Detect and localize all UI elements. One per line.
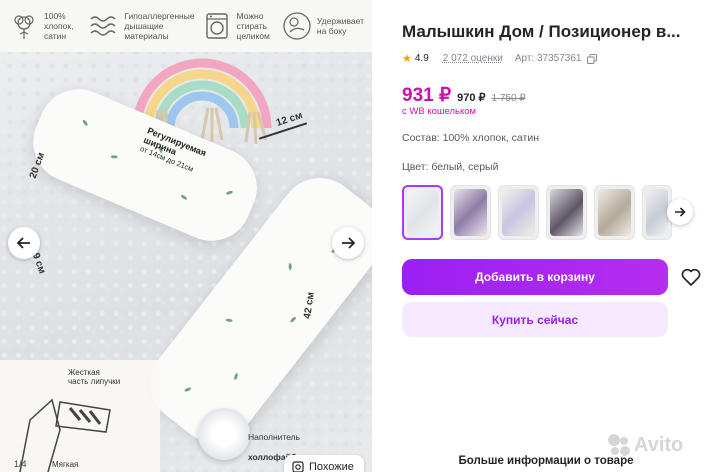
feature-strip: 100% хлопок, сатин Гипоаллергенные дышащ…	[0, 0, 372, 52]
similar-items-button[interactable]: Похожие	[284, 455, 364, 472]
feature-text: 100% хлопок, сатин	[44, 11, 74, 41]
product-info-panel: Малышкин Дом / Позиционер в... ★ 4.9 2 0…	[372, 0, 720, 472]
watermark-text: Avito	[634, 433, 684, 456]
arrow-left-icon	[16, 237, 30, 249]
avito-logo-icon	[608, 434, 630, 456]
page-root: 100% хлопок, сатин Гипоаллергенные дышащ…	[0, 0, 720, 472]
color-text: Цвет: белый, серый	[402, 161, 499, 173]
feature-item: Удерживает на боку	[281, 10, 364, 42]
variant-swatch[interactable]	[450, 185, 491, 240]
composition-text: Состав: 100% хлопок, сатин	[402, 132, 540, 144]
image-counter: 1/4	[14, 459, 27, 469]
copy-icon[interactable]	[587, 53, 598, 64]
avito-watermark: Avito	[606, 432, 683, 458]
variant-swatch[interactable]	[498, 185, 539, 240]
price-wallet: 931 ₽	[402, 85, 452, 106]
arrow-right-icon	[342, 237, 356, 249]
cotton-icon	[14, 15, 34, 39]
velcro-soft-label: Мягкая	[52, 460, 79, 469]
similar-icon	[292, 461, 304, 472]
waves-icon	[90, 16, 116, 36]
variant-swatch[interactable]	[546, 185, 587, 240]
washing-machine-icon	[205, 13, 228, 39]
feature-item: 100% хлопок, сатин	[8, 10, 82, 42]
price-old: 1 750 ₽	[491, 93, 526, 104]
similar-items-label: Похожие	[309, 461, 354, 472]
product-meta: ★ 4.9 2 072 оценки Арт: 37357361	[402, 52, 598, 65]
product-title: Малышкин Дом / Позиционер в...	[402, 22, 681, 41]
heart-icon[interactable]	[680, 266, 702, 288]
feature-item: Можно стирать целиком	[201, 10, 275, 42]
add-to-cart-button[interactable]: Добавить в корзину	[402, 259, 668, 295]
variant-swatch[interactable]	[594, 185, 635, 240]
filler-title: Наполнитель	[248, 432, 301, 442]
price-regular: 970 ₽	[457, 92, 486, 104]
buy-now-button[interactable]: Купить сейчас	[402, 302, 668, 337]
feature-text: Можно стирать целиком	[236, 11, 270, 41]
feature-text: Гипоаллергенные дышащие материалы	[124, 11, 195, 41]
feature-text: Удерживает на боку	[316, 16, 364, 36]
rating-value: 4.9	[414, 53, 429, 64]
prev-image-button[interactable]	[8, 227, 40, 259]
swatches-next-button[interactable]	[667, 199, 693, 225]
baby-sleep-icon	[283, 12, 311, 40]
variant-swatch[interactable]	[402, 185, 443, 240]
arrow-right-icon	[675, 207, 686, 217]
product-gallery[interactable]: 100% хлопок, сатин Гипоаллергенные дышащ…	[0, 0, 372, 472]
variant-swatches	[402, 185, 672, 240]
next-image-button[interactable]	[332, 227, 364, 259]
feature-item: Гипоаллергенные дышащие материалы	[88, 10, 195, 42]
star-icon: ★	[402, 53, 412, 65]
price-row: 931 ₽ 970 ₽ 1 750 ₽	[402, 84, 526, 107]
wallet-note: с WB кошельком	[402, 106, 477, 117]
reviews-link[interactable]: 2 072 оценки	[443, 53, 503, 64]
velcro-hard-label: Жесткая часть липучки	[68, 368, 121, 386]
article-number: Арт: 37357361	[514, 53, 582, 64]
filler-sample-image	[198, 408, 250, 460]
